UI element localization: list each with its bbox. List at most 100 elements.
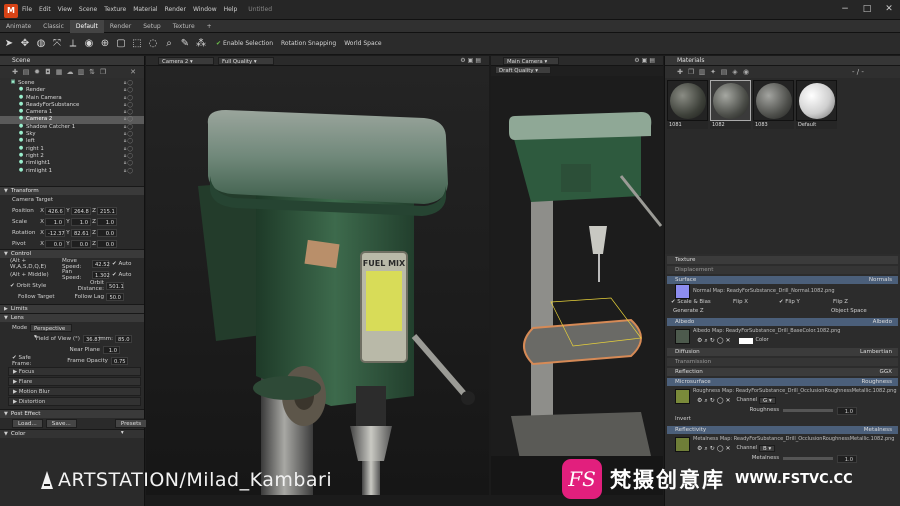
metalness-channel-dropdown[interactable]: B ▾ [759,445,776,452]
reflectivity-mode[interactable]: Metalness [864,426,892,434]
axis-gizmo-icon[interactable]: ⟂ [66,37,80,51]
presets-dropdown[interactable]: Presets ▾ [114,419,148,436]
generate-z-checkbox[interactable]: Generate Z [671,307,831,316]
normal-map-file[interactable]: ReadyForSubstance_Drill_Normal.1082.png [727,288,835,294]
move-speed-auto-checkbox[interactable]: ✔ Auto [112,261,131,267]
viewport-right-controls-icon[interactable]: ⚙▣▤ [634,57,657,64]
rotation-y-field[interactable]: 82.61 [71,228,91,237]
folder-icon[interactable]: ▤ [21,68,31,76]
frame-opacity-field[interactable]: 0.75 [111,356,128,365]
metalness-map-tools-icon[interactable]: ⚙⌕↻◯✕ [697,444,733,453]
delete-material-icon[interactable]: ▥ [697,68,707,76]
sky-icon[interactable]: ☁ [65,68,75,76]
tab-animate[interactable]: Animate [0,20,37,33]
metalness-map-file[interactable]: ReadyForSubstance_Drill_OcclusionRoughne… [734,436,895,442]
move-speed-field[interactable]: 42.52 [92,259,110,268]
scale-gizmo-icon[interactable]: ⤧ [50,37,64,51]
albedo-mode[interactable]: Albedo [873,318,892,326]
material-thumb-default[interactable]: Default [796,80,837,129]
menu-edit[interactable]: Edit [39,6,51,13]
tab-classic[interactable]: Classic [37,20,70,33]
visibility-lock-icon[interactable]: 🔒︎◯ [124,102,134,109]
position-z-field[interactable]: 215.1 [97,206,117,215]
viewport-main-camera[interactable]: Main Camera ▾ ⚙▣▤ Draft Quality ▾ [489,56,663,495]
distortion-subsection[interactable]: ▶ Distortion [8,397,141,406]
scene-tree-item[interactable]: ● rimlight 1 🔒︎◯ [0,167,144,175]
position-y-field[interactable]: 264.8 [71,206,91,215]
visibility-lock-icon[interactable]: 🔒︎◯ [124,168,134,175]
transmission-section[interactable]: Transmission [667,358,898,366]
close-icon[interactable]: ✕ [878,0,900,18]
pivot-y-field[interactable]: 0.0 [71,239,91,248]
visibility-lock-icon[interactable]: 🔒︎◯ [124,95,134,102]
albedo-map-tools-icon[interactable]: ⚙⌕↻◯✕ [697,336,733,345]
follow-lag-field[interactable]: 50.0 [106,292,124,301]
transform-section-header[interactable]: ▼ Transform [0,186,144,195]
scale-y-field[interactable]: 1.0 [71,217,91,226]
sort-icon[interactable]: ⇅ [87,68,97,76]
visibility-lock-icon[interactable]: 🔒︎◯ [124,146,134,153]
quality-select-dropdown[interactable]: Full Quality ▾ [218,56,274,65]
normal-map-swatch[interactable] [675,283,690,299]
mesh-icon[interactable]: ▦ [54,68,64,76]
assign-material-icon[interactable]: ◈ [730,68,740,76]
displacement-section[interactable]: Displacement [667,266,898,274]
pan-speed-field[interactable]: 1.302 [92,270,110,279]
camera-select-dropdown[interactable]: Camera 2 ▾ [158,56,214,65]
load-button[interactable]: Load... [12,419,43,428]
visibility-lock-icon[interactable]: 🔒︎◯ [124,109,134,116]
visibility-lock-icon[interactable]: 🔒︎◯ [124,80,134,87]
camera-target-label[interactable]: Camera Target [12,197,53,203]
box-select-icon[interactable]: ▢ [114,37,128,51]
viewport-camera-2[interactable]: Camera 2 ▾ Full Quality ▾ ⚙▣▤ FUEL MIX [146,56,489,495]
close-panel-icon[interactable]: ✕ [128,68,138,76]
scale-bias-checkbox[interactable]: ✔ Scale & Bias [671,298,733,307]
roughness-field[interactable]: 1.0 [837,406,857,415]
fov-field[interactable]: 36.87 [83,334,101,343]
move-gizmo-icon[interactable]: ✥ [18,37,32,51]
select-arrow-icon[interactable]: ➤ [2,37,16,51]
roughness-slider[interactable] [783,409,833,412]
roughness-map-file[interactable]: ReadyForSubstance_Drill_OcclusionRoughne… [736,388,897,394]
material-thumb-1083[interactable]: 1083 [753,80,794,129]
menu-material[interactable]: Material [133,6,157,13]
pick-material-icon[interactable]: ✦ [708,68,718,76]
metalness-map-swatch[interactable] [675,436,690,452]
flip-z-checkbox[interactable]: Flip Z [833,298,848,307]
tab-render[interactable]: Render [104,20,137,33]
camera-icon[interactable]: ◘ [43,68,53,76]
mode-dropdown[interactable]: Perspective ▾ [30,323,72,340]
lasso-icon[interactable]: ◌ [146,37,160,51]
motion-blur-subsection[interactable]: ▶ Motion Blur [8,387,141,396]
roughness-channel-dropdown[interactable]: G ▾ [759,397,776,404]
reflectivity-section[interactable]: Reflectivity Metalness [667,426,898,434]
grid-sphere-icon[interactable]: ⊕ [98,37,112,51]
sphere-icon[interactable]: ◉ [82,37,96,51]
rotation-snapping-toggle[interactable]: Rotation Snapping [281,40,336,47]
position-x-field[interactable]: 426.6 [45,206,65,215]
visibility-lock-icon[interactable]: 🔒︎◯ [124,124,134,131]
microsurface-mode[interactable]: Roughness [861,378,892,386]
albedo-map-file[interactable]: ReadyForSubstance_Drill_BaseColor.1082.p… [726,328,841,334]
near-plane-field[interactable]: 1.0 [103,345,120,354]
flip-y-checkbox[interactable]: ✔ Flip Y [779,298,833,307]
tab-texture[interactable]: Texture [167,20,201,33]
visibility-lock-icon[interactable]: 🔒︎◯ [124,131,134,138]
menu-window[interactable]: Window [193,6,217,13]
maximize-icon[interactable]: □ [856,0,878,18]
safe-frame-checkbox[interactable]: ✔ Safe Frame: [12,355,48,367]
rotation-z-field[interactable]: 0.0 [97,228,117,237]
tab-default[interactable]: Default [69,19,104,33]
marquee-select-icon[interactable]: ⬚ [130,37,144,51]
paint-icon[interactable]: ✎ [178,37,192,51]
flare-subsection[interactable]: ▶ Flare [8,377,141,386]
visibility-lock-icon[interactable]: 🔒︎◯ [124,138,134,145]
object-space-checkbox[interactable]: Object Space [831,307,867,316]
visibility-lock-icon[interactable]: 🔒︎◯ [124,153,134,160]
menu-view[interactable]: View [58,6,72,13]
invert-checkbox[interactable]: Invert [671,415,691,424]
roughness-map-swatch[interactable] [675,388,690,404]
post-effect-section-header[interactable]: ▼ Post Effect [0,409,144,418]
orbit-distance-field[interactable]: 501.1 [106,281,124,290]
material-thumb-1081[interactable]: 1081 [667,80,708,129]
